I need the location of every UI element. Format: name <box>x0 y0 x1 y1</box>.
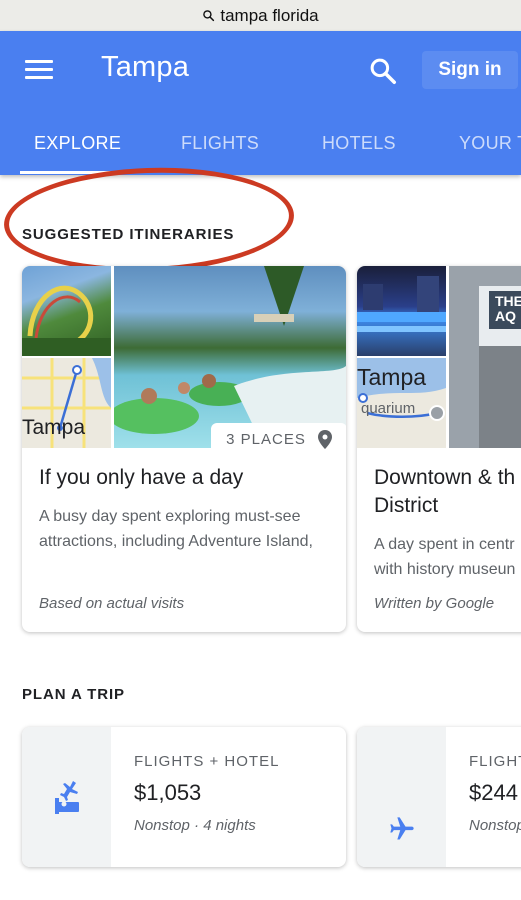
tab-explore[interactable]: EXPLORE <box>34 133 121 154</box>
places-count-label: 3 PLACES <box>226 430 306 448</box>
night-building-photo <box>357 266 446 356</box>
card-title: If you only have a day <box>39 466 244 489</box>
page-title: Tampa <box>101 51 190 83</box>
url-text: tampa florida <box>220 5 319 25</box>
flights-card[interactable]: FLIGHT $244 Nonstop <box>357 727 521 867</box>
tab-your-trips[interactable]: YOUR T <box>459 133 521 154</box>
flight-hotel-icon <box>54 781 79 814</box>
red-circle-annotation <box>2 162 296 278</box>
trip-type-label: FLIGHTS + HOTEL <box>134 753 280 770</box>
app-header: Tampa Sign in EXPLORE FLIGHTS HOTELS YOU… <box>0 31 521 175</box>
search-icon[interactable] <box>368 56 398 86</box>
sign-in-button[interactable]: Sign in <box>422 51 518 89</box>
places-count-badge: 3 PLACES <box>211 423 346 455</box>
map-label: Tampa <box>22 416 86 439</box>
active-tab-indicator <box>20 171 128 174</box>
plan-a-trip-heading: PLAN A TRIP <box>22 686 125 703</box>
tab-hotels[interactable]: HOTELS <box>322 133 396 154</box>
card-description-line: with history museun <box>374 561 516 578</box>
tab-flights[interactable]: FLIGHTS <box>181 133 259 154</box>
card-source-note: Written by Google <box>374 595 495 612</box>
card-description-line: A day spent in centr <box>374 536 515 553</box>
card-source-note: Based on actual visits <box>39 595 185 612</box>
trip-detail: Nonstop <box>469 817 521 834</box>
browser-address-bar[interactable]: tampa florida <box>0 0 521 31</box>
map-thumbnail: Tampa <box>22 358 111 448</box>
map-thumbnail: Tampa quarium <box>357 358 446 448</box>
card-title: Downtown & th <box>374 466 516 489</box>
trip-price: $1,053 <box>134 780 202 805</box>
airplane-icon <box>389 817 414 840</box>
hamburger-menu-icon[interactable] <box>25 60 53 80</box>
suggested-itineraries-heading: SUGGESTED ITINERARIES <box>22 226 235 243</box>
card-description-line: attractions, including Adventure Island, <box>39 533 313 550</box>
card-photo-collage: Tampa quarium THE AQ <box>357 266 521 448</box>
card-description-line: A busy day spent exploring must-see <box>39 508 301 525</box>
building-sign: THE AQ <box>495 293 521 324</box>
trip-type-label: FLIGHT <box>469 753 521 770</box>
flights-hotel-card[interactable]: FLIGHTS + HOTEL $1,053 Nonstop · 4 night… <box>22 727 346 867</box>
itinerary-card[interactable]: Tampa 3 PLACES If you only have a day A … <box>22 266 346 632</box>
trip-price: $244 <box>469 780 518 805</box>
card-title: District <box>374 494 439 517</box>
trip-icon-pane <box>22 727 111 867</box>
aquarium-building-photo: THE AQ <box>449 266 521 448</box>
trip-detail: Nonstop · 4 nights <box>134 817 256 834</box>
tab-bar: EXPLORE FLIGHTS HOTELS YOUR T <box>0 123 521 175</box>
search-icon <box>203 10 215 22</box>
card-photo-collage: Tampa <box>22 266 346 448</box>
trip-icon-pane <box>357 727 446 867</box>
map-label: Tampa <box>357 364 427 390</box>
location-pin-icon <box>317 429 332 449</box>
map-sublabel: quarium <box>361 400 416 417</box>
rollercoaster-photo <box>22 266 111 356</box>
itinerary-card[interactable]: Tampa quarium THE AQ Downtown & th Distr… <box>357 266 521 632</box>
water-park-photo <box>114 266 346 448</box>
